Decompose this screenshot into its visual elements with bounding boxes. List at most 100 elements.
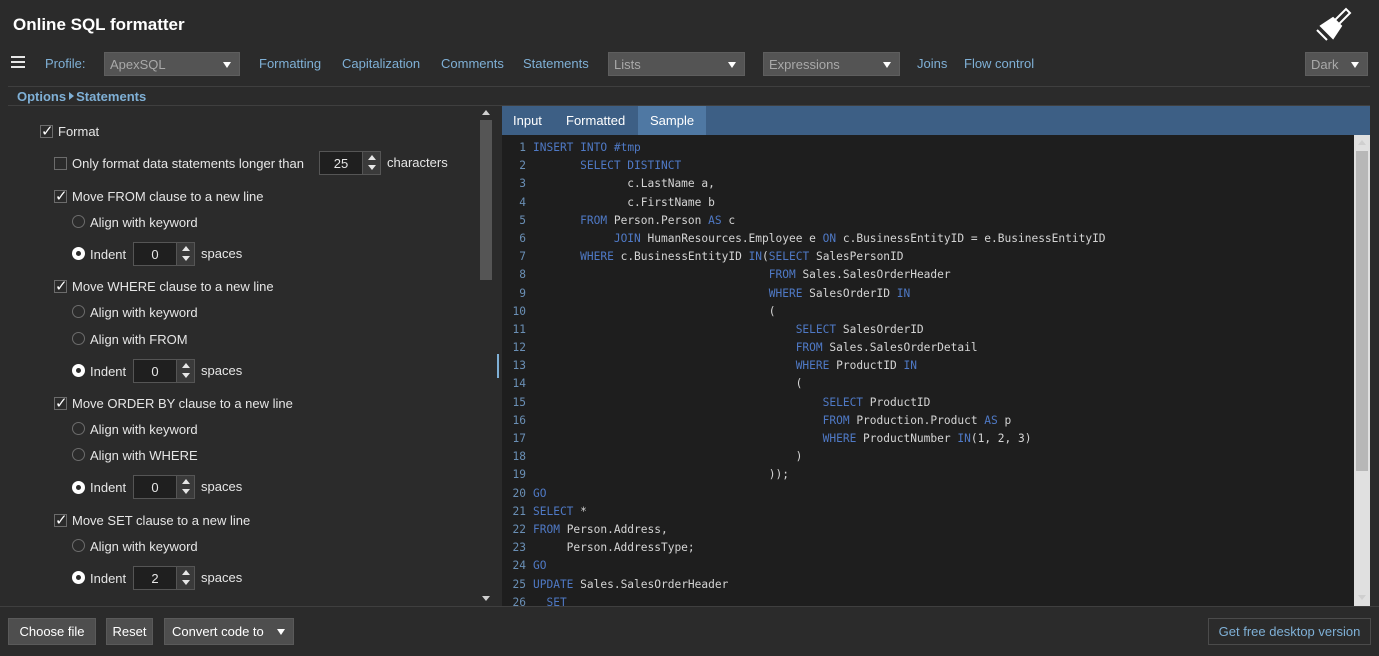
where-align-from-radio[interactable] [72, 332, 85, 345]
lists-dropdown[interactable]: Lists [608, 52, 745, 76]
breadcrumb-options[interactable]: Options [17, 89, 66, 104]
order-align-keyword-radio[interactable] [72, 422, 85, 435]
code-line: 19 )); [502, 466, 1354, 484]
options-scrollbar[interactable] [478, 106, 494, 606]
line-number: 18 [512, 450, 526, 464]
move-order-by-checkbox[interactable] [54, 394, 68, 412]
only-format-checkbox[interactable] [54, 157, 67, 170]
code-text: c.FirstName b [533, 194, 715, 212]
scroll-up-icon[interactable] [1358, 140, 1366, 145]
scroll-down-icon[interactable] [482, 596, 490, 601]
sql-keyword: UPDATE [533, 577, 574, 591]
where-align-keyword-radio[interactable] [72, 305, 85, 318]
sql-keyword: WHERE [795, 359, 830, 373]
profile-dropdown[interactable]: ApexSQL [104, 52, 240, 76]
panel-splitter[interactable] [494, 106, 502, 606]
lists-dropdown-label: Lists [614, 57, 641, 72]
convert-code-button[interactable]: Convert code to [164, 618, 294, 645]
code-line: 18 ) [502, 448, 1354, 466]
tab-input[interactable]: Input [513, 113, 542, 128]
stepper-down-icon[interactable] [182, 373, 190, 378]
hamburger-menu-icon[interactable] [11, 56, 25, 69]
set-align-keyword-radio[interactable] [72, 539, 85, 552]
editor-scrollbar[interactable] [1354, 135, 1370, 606]
code-text: Person.AddressType; [533, 539, 695, 557]
sql-keyword: SELECT [768, 250, 810, 264]
menu-joins[interactable]: Joins [917, 56, 947, 71]
scrollbar-thumb[interactable] [1356, 151, 1368, 471]
sql-keyword: WHERE [768, 286, 803, 300]
stepper-up-icon[interactable] [368, 155, 376, 160]
line-number: 21 [512, 504, 526, 518]
splitter-grip[interactable] [497, 354, 499, 378]
desktop-version-button[interactable]: Get free desktop version [1208, 618, 1371, 645]
scroll-up-icon[interactable] [482, 110, 490, 115]
sql-keyword: IN [957, 432, 971, 445]
sql-text: c.FirstName b [533, 195, 715, 209]
code-text: FROM Production.Product AS p [533, 412, 1012, 430]
move-where-checkbox[interactable] [54, 277, 68, 295]
from-indent-label: Indent [90, 247, 127, 262]
stepper-up-icon[interactable] [182, 363, 190, 368]
move-set-checkbox[interactable] [54, 511, 68, 529]
menu-capitalization[interactable]: Capitalization [342, 56, 420, 71]
code-line: 24 GO [502, 557, 1354, 575]
code-line: 17 WHERE ProductNumber IN(1, 2, 3) [502, 430, 1354, 448]
theme-dropdown[interactable]: Dark [1305, 52, 1368, 76]
reset-button[interactable]: Reset [106, 618, 153, 645]
tab-sample[interactable]: Sample [638, 106, 707, 135]
menu-comments[interactable]: Comments [441, 56, 504, 71]
sql-text: ProductID [863, 395, 931, 409]
stepper-up-icon[interactable] [182, 246, 190, 251]
stepper-up-icon[interactable] [182, 479, 190, 484]
code-line: 6 JOIN HumanResources.Employee e ON c.Bu… [502, 230, 1354, 248]
code-area[interactable]: 1 INSERT INTO #tmp 2 SELECT DISTINCT 3 c.La… [502, 139, 1354, 606]
line-number: 26 [512, 595, 526, 606]
sql-text: Person.Person [607, 213, 709, 227]
code-text: )); [533, 466, 789, 484]
stepper-down-icon[interactable] [182, 256, 190, 261]
format-checkbox[interactable] [40, 122, 54, 140]
where-indent-label: Indent [90, 364, 127, 379]
stepper-down-icon[interactable] [368, 165, 376, 170]
sql-keyword: FROM [533, 522, 560, 536]
set-indent-radio[interactable] [72, 571, 85, 584]
only-format-stepper[interactable]: 25 [319, 151, 381, 175]
order-indent-radio[interactable] [72, 481, 85, 494]
scroll-down-icon[interactable] [1358, 595, 1366, 600]
sql-text: ( [533, 304, 776, 318]
choose-file-button[interactable]: Choose file [8, 618, 96, 645]
line-number: 20 [512, 486, 526, 500]
where-indent-radio[interactable] [72, 364, 85, 377]
stepper-down-icon[interactable] [182, 580, 190, 585]
order-align-where-radio[interactable] [72, 448, 85, 461]
from-spaces-label: spaces [201, 246, 243, 261]
scrollbar-thumb[interactable] [480, 120, 492, 280]
line-number: 2 [519, 159, 526, 173]
sql-keyword: SELECT [533, 504, 574, 518]
sql-text: Production.Product [849, 413, 985, 427]
menu-flow-control[interactable]: Flow control [964, 56, 1034, 71]
stepper-down-icon[interactable] [182, 489, 190, 494]
sql-keyword: JOIN [613, 231, 641, 245]
order-indent-stepper[interactable]: 0 [133, 475, 195, 499]
from-align-keyword-radio[interactable] [72, 215, 85, 228]
set-indent-stepper[interactable]: 2 [133, 566, 195, 590]
tab-formatted[interactable]: Formatted [566, 113, 625, 128]
line-number: 19 [512, 468, 526, 482]
code-text: UPDATE Sales.SalesOrderHeader [533, 576, 728, 594]
sql-text: ProductNumber [856, 432, 958, 445]
from-indent-radio[interactable] [72, 247, 85, 260]
from-indent-stepper[interactable]: 0 [133, 242, 195, 266]
menu-formatting[interactable]: Formatting [259, 56, 321, 71]
where-indent-stepper[interactable]: 0 [133, 359, 195, 383]
profile-dropdown-value: ApexSQL [110, 57, 166, 72]
move-from-checkbox[interactable] [54, 187, 68, 205]
expressions-dropdown[interactable]: Expressions [763, 52, 900, 76]
menu-statements[interactable]: Statements [523, 56, 589, 71]
sql-text: SalesOrderID [836, 322, 924, 336]
line-number: 15 [512, 395, 526, 409]
stepper-up-icon[interactable] [182, 570, 190, 575]
